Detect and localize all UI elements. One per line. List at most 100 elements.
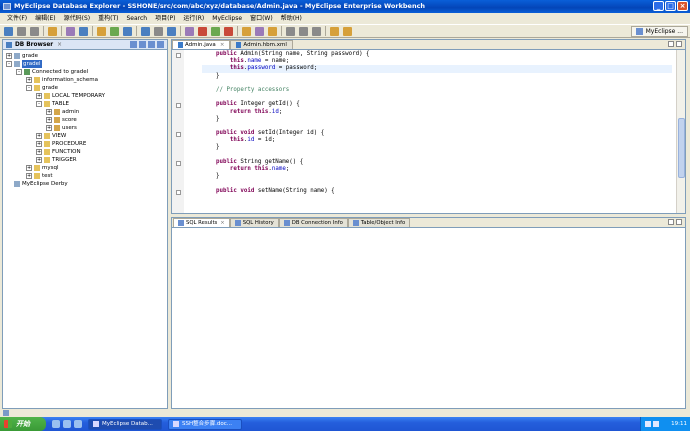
fold-icon[interactable]: [176, 132, 181, 137]
tree-node[interactable]: + information_schema: [3, 76, 167, 84]
minimize-view-icon[interactable]: [157, 41, 164, 48]
tree-node[interactable]: + FUNCTION: [3, 148, 167, 156]
expand-icon[interactable]: +: [26, 173, 32, 179]
menu-file[interactable]: 文件(F): [3, 13, 31, 24]
bottom-panel-tab[interactable]: Table/Object Info: [347, 218, 411, 227]
tree-node[interactable]: - gradel: [3, 60, 167, 68]
tree-node[interactable]: - grade: [3, 84, 167, 92]
expand-icon[interactable]: +: [36, 141, 42, 147]
tree-node[interactable]: + admin: [3, 108, 167, 116]
menu-refactor[interactable]: 重构(T): [94, 13, 122, 24]
tree-node[interactable]: + score: [3, 116, 167, 124]
ie-icon[interactable]: [63, 420, 71, 428]
settings-icon[interactable]: [185, 26, 194, 36]
maximize-editor-icon[interactable]: [676, 41, 682, 47]
scrollbar-thumb[interactable]: [678, 118, 685, 178]
tree-node[interactable]: + PROCEDURE: [3, 140, 167, 148]
menu-search[interactable]: Search: [122, 13, 151, 24]
menu-help[interactable]: 帮助(H): [277, 13, 306, 24]
menu-source[interactable]: 源代码(S): [60, 13, 95, 24]
new-wizard-icon[interactable]: [97, 26, 106, 36]
external-tools-icon[interactable]: [224, 26, 233, 36]
tree-node[interactable]: - Connected to gradel: [3, 68, 167, 76]
new-connection-icon[interactable]: [130, 41, 137, 48]
explorer-icon[interactable]: [74, 420, 82, 428]
prev-annotation-icon[interactable]: [299, 26, 308, 36]
tree-node[interactable]: + mysql: [3, 164, 167, 172]
expand-icon[interactable]: +: [36, 133, 42, 139]
sql-icon[interactable]: [154, 26, 163, 36]
expand-icon[interactable]: +: [46, 117, 52, 123]
last-edit-icon[interactable]: [312, 26, 321, 36]
expand-icon[interactable]: +: [6, 53, 12, 59]
collapse-icon[interactable]: -: [16, 69, 22, 75]
print-icon[interactable]: [30, 26, 39, 36]
taskbar-item-word-doc[interactable]: SSH整合步骤.doc...: [168, 418, 242, 430]
minimize-button[interactable]: _: [653, 1, 664, 11]
collapse-icon[interactable]: -: [26, 85, 32, 91]
volume-icon[interactable]: [653, 421, 659, 427]
maximize-panel-icon[interactable]: [676, 219, 682, 225]
expand-icon[interactable]: +: [36, 149, 42, 155]
editor-tab[interactable]: Admin.hbm.xml: [230, 40, 293, 49]
tree-node[interactable]: + VIEW: [3, 132, 167, 140]
search-icon[interactable]: [255, 26, 264, 36]
debug-icon[interactable]: [198, 26, 207, 36]
open-type-icon[interactable]: [48, 26, 57, 36]
save-icon[interactable]: [17, 26, 26, 36]
expand-icon[interactable]: +: [46, 109, 52, 115]
run-icon[interactable]: [211, 26, 220, 36]
fold-icon[interactable]: [176, 53, 181, 58]
collapse-icon[interactable]: -: [6, 61, 12, 67]
collapse-all-icon[interactable]: [139, 41, 146, 48]
bottom-panel-tab[interactable]: SQL Results ×: [173, 218, 230, 227]
next-annotation-icon[interactable]: [286, 26, 295, 36]
minimize-editor-icon[interactable]: [668, 41, 674, 47]
bottom-panel-tab[interactable]: SQL History: [229, 218, 279, 227]
minimize-panel-icon[interactable]: [668, 219, 674, 225]
menu-myeclipse[interactable]: MyEclipse: [208, 13, 246, 24]
editor-vertical-scrollbar[interactable]: [676, 50, 685, 213]
code-area[interactable]: public Admin(String name, String passwor…: [202, 51, 672, 195]
close-icon[interactable]: ×: [220, 219, 224, 228]
window-title-bar[interactable]: MyEclipse Database Explorer - SSHONE/src…: [0, 0, 690, 13]
tree-node[interactable]: + TRIGGER: [3, 156, 167, 164]
bottom-panel-tab[interactable]: DB Connection Info: [278, 218, 348, 227]
tree-node[interactable]: + test: [3, 172, 167, 180]
taskbar-item-myeclipse[interactable]: MyEclipse Datab...: [88, 418, 162, 430]
desktop-icon[interactable]: [52, 420, 60, 428]
fold-icon[interactable]: [176, 103, 181, 108]
close-icon[interactable]: ×: [220, 41, 225, 50]
expand-icon[interactable]: +: [46, 125, 52, 131]
collapse-icon[interactable]: -: [36, 101, 42, 107]
expand-icon[interactable]: +: [36, 157, 42, 163]
view-menu-icon[interactable]: [148, 41, 155, 48]
menu-window[interactable]: 窗口(W): [246, 13, 277, 24]
close-icon[interactable]: ×: [57, 42, 62, 48]
editor-tab[interactable]: Admin.java ×: [172, 40, 231, 50]
back-arrow-icon[interactable]: [330, 26, 339, 36]
connection-icon[interactable]: [167, 26, 176, 36]
menu-edit[interactable]: 编辑(E): [31, 13, 59, 24]
maximize-button[interactable]: □: [665, 1, 676, 11]
new-package-icon[interactable]: [123, 26, 132, 36]
database-icon[interactable]: [141, 26, 150, 36]
deploy-icon[interactable]: [66, 26, 75, 36]
menu-run[interactable]: 运行(R): [179, 13, 208, 24]
task-icon[interactable]: [268, 26, 277, 36]
tree-node[interactable]: MyEclipse Derby: [3, 180, 167, 188]
expand-icon[interactable]: +: [26, 77, 32, 83]
network-icon[interactable]: [645, 421, 651, 427]
tree-node[interactable]: - TABLE: [3, 100, 167, 108]
perspective-switcher[interactable]: MyEclipse ...: [630, 26, 688, 37]
fold-icon[interactable]: [176, 161, 181, 166]
open-folder-icon[interactable]: [242, 26, 251, 36]
expand-icon[interactable]: +: [36, 93, 42, 99]
new-class-icon[interactable]: [110, 26, 119, 36]
tree-node[interactable]: + LOCAL TEMPORARY: [3, 92, 167, 100]
forward-arrow-icon[interactable]: [343, 26, 352, 36]
new-icon[interactable]: [4, 26, 13, 36]
expand-icon[interactable]: +: [26, 165, 32, 171]
tree-node[interactable]: + users: [3, 124, 167, 132]
fold-icon[interactable]: [176, 190, 181, 195]
